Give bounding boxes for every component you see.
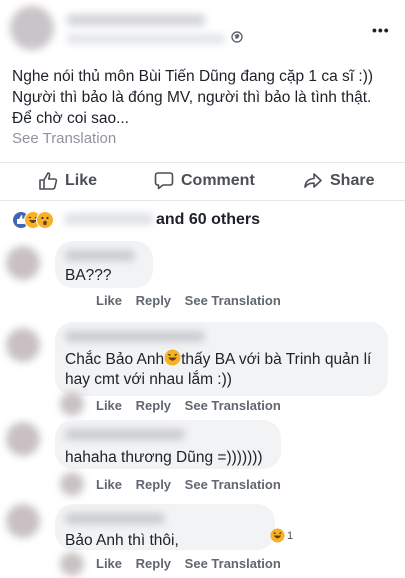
like-button[interactable]: Like — [38, 169, 97, 193]
like-button-label: Like — [65, 172, 98, 189]
comment-like-link[interactable]: Like — [96, 398, 122, 413]
share-button[interactable]: Share — [303, 169, 374, 193]
post-body: Nghe nói thủ môn Bùi Tiến Dũng đang cặp … — [12, 66, 397, 129]
comment-reply-link[interactable]: Reply — [136, 556, 171, 571]
post-text-line: Nghe nói thủ môn Bùi Tiến Dũng đang cặp … — [12, 68, 374, 85]
commenter-name[interactable] — [65, 429, 185, 440]
comment-see-translation-link[interactable]: See Translation — [185, 556, 281, 571]
haha-emoji-icon — [164, 349, 181, 366]
post-action-bar: Like Comment Share — [0, 162, 405, 199]
comment-like-link[interactable]: Like — [96, 293, 122, 308]
share-button-label: Share — [330, 172, 375, 189]
commenter-name[interactable] — [65, 250, 135, 261]
comment-text-part: thấy BA với bà Trinh quản lí — [181, 351, 372, 368]
comment-see-translation-link[interactable]: See Translation — [185, 477, 281, 492]
commenter-name[interactable] — [65, 331, 205, 342]
haha-reaction-icon — [270, 528, 285, 543]
comment-button-label: Comment — [181, 172, 255, 189]
reply-avatar[interactable] — [60, 472, 84, 496]
post-text-line: Người thì bảo là đóng MV, người thì bảo … — [12, 89, 372, 106]
comment-text-part: Chắc Bảo Anh — [65, 351, 165, 368]
thumbs-up-icon — [39, 172, 58, 190]
reply-avatar[interactable] — [60, 392, 84, 416]
comment-text: BA??? — [65, 267, 112, 284]
commenter-avatar[interactable] — [6, 246, 40, 280]
comment-actions: Like Reply See Translation — [96, 556, 291, 571]
see-translation-link[interactable]: See Translation — [12, 130, 116, 147]
wow-reaction-icon — [36, 211, 54, 229]
commenter-avatar[interactable] — [6, 328, 40, 362]
comment-actions: Like Reply See Translation — [96, 398, 291, 413]
comment-actions: Like Reply See Translation — [96, 477, 291, 492]
comment-actions: Like Reply See Translation — [96, 293, 291, 308]
comment-button[interactable]: Comment — [154, 169, 255, 193]
comment-text-line: Chắc Bảo Anh thấy BA với bà Trinh quản lí — [65, 349, 371, 369]
reactor-names[interactable] — [64, 213, 154, 225]
reply-avatar[interactable] — [60, 552, 84, 576]
author-name[interactable] — [66, 14, 206, 26]
comment-see-translation-link[interactable]: See Translation — [185, 398, 281, 413]
reactions-others-count[interactable]: and 60 others — [156, 211, 260, 229]
comment-reply-link[interactable]: Reply — [136, 477, 171, 492]
comment-bubble: Chắc Bảo Anh thấy BA với bà Trinh quản lí… — [55, 322, 388, 396]
commenter-name[interactable] — [65, 513, 165, 524]
speech-bubble-icon — [154, 172, 174, 190]
comment-text: hahaha thương Dũng =))))))) — [65, 449, 263, 466]
comment-like-link[interactable]: Like — [96, 556, 122, 571]
post-timestamp[interactable] — [66, 34, 226, 44]
post-text-line: Để chờ coi sao... — [12, 110, 129, 127]
comment-see-translation-link[interactable]: See Translation — [185, 293, 281, 308]
comment-reply-link[interactable]: Reply — [136, 293, 171, 308]
comment-reaction-badge[interactable]: 1 — [270, 528, 293, 543]
comment-reaction-count: 1 — [287, 529, 294, 542]
commenter-avatar[interactable] — [6, 422, 40, 456]
comment-bubble: hahaha thương Dũng =))))))) — [55, 420, 281, 469]
comment-bubble: BA??? — [55, 241, 153, 288]
comment-text-line: hay cmt với nhau lắm :)) — [65, 371, 232, 388]
comment-bubble: Bảo Anh thì thôi, — [55, 504, 275, 550]
comment-reply-link[interactable]: Reply — [136, 398, 171, 413]
reaction-icons — [12, 211, 62, 229]
share-arrow-icon — [304, 173, 322, 188]
reactions-summary[interactable]: and 60 others — [0, 200, 405, 237]
globe-icon — [231, 31, 243, 43]
comment-text: Bảo Anh thì thôi, — [65, 532, 179, 549]
commenter-avatar[interactable] — [6, 504, 40, 538]
author-avatar[interactable] — [10, 6, 54, 50]
more-options-icon[interactable]: ••• — [372, 22, 390, 38]
post-header: ••• — [0, 0, 405, 60]
comment-like-link[interactable]: Like — [96, 477, 122, 492]
